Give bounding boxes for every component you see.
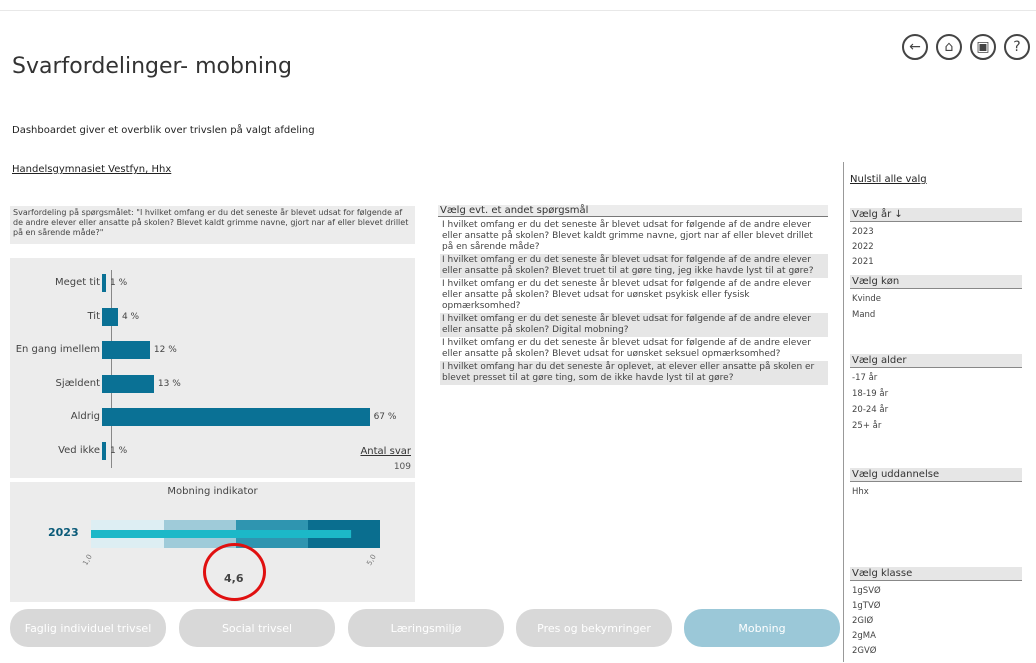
reset-filters-button[interactable]: Nulstil alle valg bbox=[850, 174, 927, 185]
alt-question-item[interactable]: I hvilket omfang er du det seneste år bl… bbox=[440, 313, 828, 337]
age-filter-item[interactable]: -17 år bbox=[852, 373, 877, 383]
vertical-divider bbox=[843, 162, 844, 662]
bar-category-label: Tit bbox=[87, 310, 101, 322]
antal-svar-label: Antal svar bbox=[360, 446, 411, 457]
year-filter-label: Vælg år bbox=[852, 209, 892, 220]
bar-value-label: 1 % bbox=[109, 445, 128, 456]
bar-value-label: 13 % bbox=[157, 378, 181, 389]
class-filter-item[interactable]: 1gSVØ bbox=[852, 586, 881, 596]
class-filter-header: Vælg klasse bbox=[850, 567, 1022, 581]
year-filter-item[interactable]: 2023 bbox=[852, 227, 874, 237]
bar-value-label: 4 % bbox=[121, 311, 140, 322]
navigation-tabs: Faglig individuel trivsel Social trivsel… bbox=[10, 609, 840, 647]
bar[interactable] bbox=[102, 307, 118, 326]
class-filter-item[interactable]: 2gMA bbox=[852, 631, 876, 641]
chart-axis bbox=[111, 270, 112, 468]
question-text: Svarfordeling på spørgsmålet: "I hvilket… bbox=[10, 206, 415, 244]
class-filter-item[interactable]: 2GIØ bbox=[852, 616, 873, 626]
gender-filter-header: Vælg køn bbox=[850, 275, 1022, 289]
year-filter-header[interactable]: Vælg år ↓ bbox=[850, 208, 1022, 222]
bar-category-label: Sjældent bbox=[55, 377, 100, 389]
help-icon[interactable]: ? bbox=[1004, 34, 1030, 60]
bar-category-label: Meget tit bbox=[55, 277, 100, 288]
class-filter-item[interactable]: 2GVØ bbox=[852, 646, 877, 656]
sort-icon[interactable]: ↓ bbox=[894, 209, 902, 220]
export-icon[interactable]: ▣ bbox=[970, 34, 996, 60]
back-icon[interactable]: ← bbox=[902, 34, 928, 60]
gauge-value-bar bbox=[91, 530, 352, 538]
bar[interactable] bbox=[102, 274, 106, 292]
bar[interactable] bbox=[102, 341, 150, 359]
tab-laeringsmiljo[interactable]: Læringsmiljø bbox=[348, 609, 504, 647]
tab-pres-bekymringer[interactable]: Pres og bekymringer bbox=[516, 609, 672, 647]
bar[interactable] bbox=[102, 441, 106, 460]
alt-question-item[interactable]: I hvilket omfang er du det seneste år bl… bbox=[440, 278, 828, 313]
alt-question-item[interactable]: I hvilket omfang er du det seneste år bl… bbox=[440, 254, 828, 278]
education-filter-item[interactable]: Hhx bbox=[852, 487, 869, 497]
education-filter-header: Vælg uddannelse bbox=[850, 468, 1022, 482]
highlight-circle bbox=[203, 543, 266, 601]
bar-category-label: Ved ikke bbox=[58, 444, 100, 456]
age-filter-item[interactable]: 18-19 år bbox=[852, 389, 888, 399]
age-filter-header: Vælg alder bbox=[850, 354, 1022, 368]
alt-question-item[interactable]: I hvilket omfang har du det seneste år o… bbox=[440, 361, 828, 385]
bar-category-label: Aldrig bbox=[70, 411, 100, 422]
page-subtitle: Dashboardet giver et overblik over trivs… bbox=[12, 125, 315, 136]
alt-question-header: Vælg evt. et andet spørgsmål bbox=[438, 205, 828, 217]
bar-category-label: En gang imellem bbox=[15, 344, 100, 355]
bar-value-label: 12 % bbox=[153, 345, 177, 355]
year-filter-item[interactable]: 2021 bbox=[852, 257, 874, 267]
tab-mobning[interactable]: Mobning bbox=[684, 609, 840, 647]
bar[interactable] bbox=[102, 374, 154, 393]
gender-filter-item[interactable]: Mand bbox=[852, 310, 875, 320]
home-icon[interactable]: ⌂ bbox=[936, 34, 962, 60]
year-filter-item[interactable]: 2022 bbox=[852, 242, 874, 252]
gender-filter-item[interactable]: Kvinde bbox=[852, 294, 881, 304]
antal-svar-value: 109 bbox=[393, 462, 411, 472]
tab-faglig-trivsel[interactable]: Faglig individuel trivsel bbox=[10, 609, 166, 647]
bar-value-label: 67 % bbox=[373, 412, 397, 422]
school-name: Handelsgymnasiet Vestfyn, Hhx bbox=[12, 164, 172, 175]
toolbar-icons: ← ⌂ ▣ ? bbox=[902, 34, 1030, 60]
tab-social-trivsel[interactable]: Social trivsel bbox=[179, 609, 335, 647]
page-title: Svarfordelinger- mobning bbox=[12, 54, 292, 79]
alt-question-item[interactable]: I hvilket omfang er du det seneste år bl… bbox=[440, 219, 828, 254]
alt-question-list: I hvilket omfang er du det seneste år bl… bbox=[440, 219, 828, 385]
age-filter-item[interactable]: 20-24 år bbox=[852, 405, 888, 415]
class-filter-item[interactable]: 1gTVØ bbox=[852, 601, 881, 611]
answer-distribution-chart: Antal svar 109 Meget tit 1 % Tit 4 % En gang… bbox=[10, 258, 415, 478]
bar[interactable] bbox=[102, 408, 370, 426]
top-divider bbox=[0, 10, 1036, 11]
age-filter-item[interactable]: 25+ år bbox=[852, 421, 881, 431]
alt-question-item[interactable]: I hvilket omfang er du det seneste år bl… bbox=[440, 337, 828, 361]
bar-value-label: 1 % bbox=[109, 278, 128, 288]
